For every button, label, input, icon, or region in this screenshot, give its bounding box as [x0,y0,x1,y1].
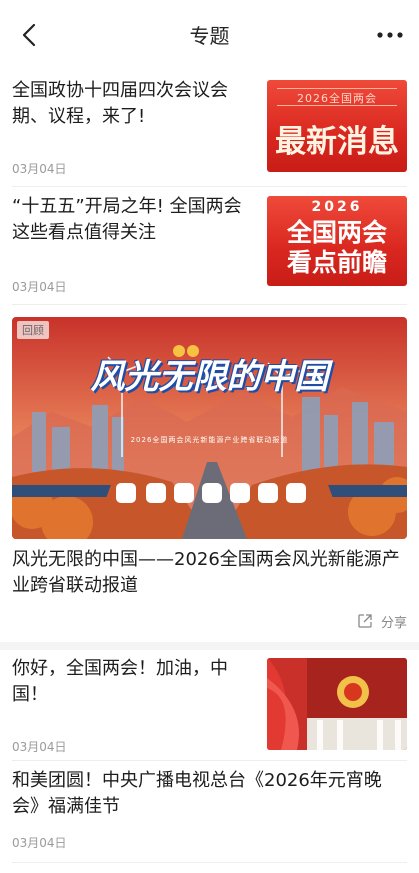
divider [12,760,407,761]
more-icon[interactable] [373,22,407,48]
thumb-headline-2: 看点前瞻 [286,248,387,277]
share-icon [358,614,372,628]
list-item[interactable]: 和美团圆！中央广播电视总台《2026年元宵晚会》福满佳节 03月04日 [12,768,407,856]
divider [12,186,407,187]
article-date: 03月04日 [12,162,67,176]
article-title: 全国政协十四届四次会议会期、议程，来了! [12,80,228,127]
list-item[interactable]: 全国政协十四届四次会议会期、议程，来了! 03月04日 2026全国两会 最新消… [12,78,407,178]
banner-title: 风光无限的中国 [90,357,329,397]
article-thumbnail [267,658,407,750]
thumb-caption: 2026 [311,199,363,215]
article-date: 03月04日 [12,280,67,294]
article-date: 03月04日 [12,740,67,754]
article-title: “十五五”开局之年! 全国两会这些看点值得关注 [12,196,242,243]
feature-item[interactable]: 风光无限的中国——2026全国两会风光新能源产业跨省联动报道 [12,547,407,617]
top-bar: 专题 [0,0,419,68]
feature-banner[interactable]: 回顾 风光无限的中国 2026全国两会风光新能源产业跨省联动报道 [12,317,407,539]
replay-badge: 回顾 [17,321,49,339]
divider [12,862,407,863]
share-label: 分享 [380,615,407,631]
list-item[interactable]: “十五五”开局之年! 全国两会这些看点值得关注 03月04日 2026 全国两会… [12,194,407,296]
banner-subtitle: 2026全国两会风光新能源产业跨省联动报道 [130,436,289,444]
share-button[interactable]: 分享 [357,611,407,631]
section-separator [0,642,419,650]
article-thumbnail: 2026全国两会 最新消息 [267,80,407,172]
article-title: 和美团圆！中央广播电视总台《2026年元宵晚会》福满佳节 [12,770,382,817]
article-title: 你好，全国两会！加油，中国！ [12,658,228,705]
page-title: 专题 [189,24,230,48]
thumb-headline: 全国两会 [286,218,387,247]
thumb-illustration [267,658,407,750]
divider [12,304,407,305]
thumb-caption: 2026全国两会 [297,92,377,105]
list-item[interactable]: 你好，全国两会！加油，中国！ 03月04日 [12,656,407,754]
banner-illustration [12,317,407,539]
article-thumbnail: 2026 全国两会 看点前瞻 [267,196,407,286]
article-date: 03月04日 [12,836,67,850]
thumb-headline: 最新消息 [275,124,399,160]
feature-title: 风光无限的中国——2026全国两会风光新能源产业跨省联动报道 [12,549,400,596]
